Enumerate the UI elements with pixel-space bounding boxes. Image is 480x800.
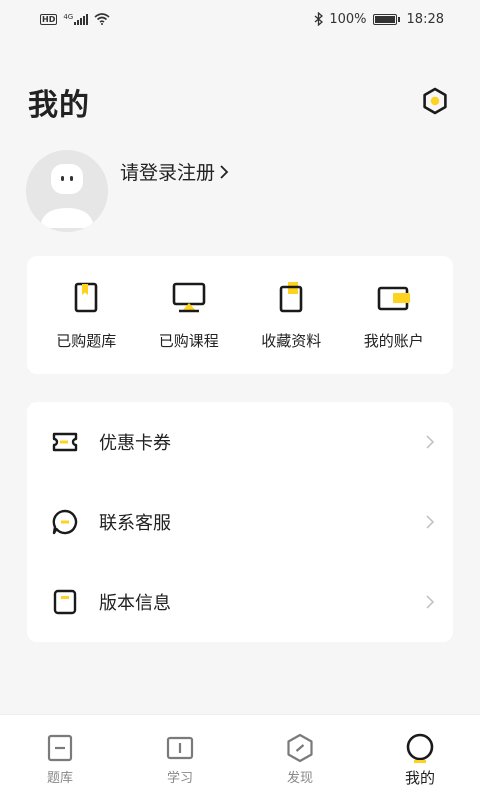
status-right: 100% 18:28 [314,12,444,27]
bluetooth-icon [314,12,324,26]
profile-page: HD 4G 100% 18:28 我的 请登录注册 已购题库 已购课程 收藏资料… [0,0,480,800]
tab-label: 题库 [46,771,73,786]
chat-icon [52,509,78,535]
battery-percent: 100% [329,11,367,27]
course-icon [172,282,206,313]
page-title: 我的 [28,88,90,123]
menu-card: 优惠卡券 联系客服 版本信息 [27,402,453,642]
login-text: 请登录注册 [120,162,216,184]
tab-question-bank[interactable]: 题库 [0,715,120,800]
quick-action-favorites[interactable]: 收藏资料 [243,280,339,351]
quick-actions-card: 已购题库 已购课程 收藏资料 我的账户 [27,256,453,374]
quick-action-label: 收藏资料 [261,332,322,350]
tab-label: 发现 [286,771,313,786]
question-bank-icon [74,282,98,313]
chevron-right-icon [426,515,435,529]
chevron-right-icon [220,164,229,179]
cell-signal-icon: 4G [63,12,89,25]
favorite-icon [279,282,303,313]
profile-tab-icon [406,733,434,763]
quick-action-account[interactable]: 我的账户 [346,280,442,351]
wifi-icon [94,13,110,25]
default-avatar-icon [26,150,108,232]
tab-label: 我的 [404,769,435,787]
tab-mine[interactable]: 我的 [360,715,480,800]
battery-icon [372,13,400,25]
clock: 18:28 [406,11,444,27]
study-tab-icon [166,736,194,760]
question-bank-tab-icon [47,734,73,762]
quick-action-courses[interactable]: 已购课程 [141,280,237,351]
quick-action-label: 已购课程 [158,332,219,350]
quick-action-label: 已购题库 [56,332,117,350]
avatar[interactable] [26,150,108,232]
menu-item-label: 优惠卡券 [99,433,171,454]
bottom-nav: 题库 学习 发现 我的 [0,714,480,800]
tab-study[interactable]: 学习 [120,715,240,800]
hd-badge: HD [40,13,58,25]
login-register-link[interactable]: 请登录注册 [120,158,229,185]
menu-item-label: 版本信息 [99,593,171,614]
wallet-icon [377,286,410,311]
signal-type: 4G [63,12,74,21]
menu-item-coupons[interactable]: 优惠卡券 [27,402,453,482]
status-bar: HD 4G 100% 18:28 [0,0,480,38]
chevron-right-icon [426,595,435,609]
gear-hexagon-icon [423,87,447,115]
settings-button[interactable] [420,86,450,116]
quick-action-label: 我的账户 [363,332,424,350]
chevron-right-icon [426,435,435,449]
tab-discover[interactable]: 发现 [240,715,360,800]
tab-label: 学习 [166,771,193,786]
menu-item-label: 联系客服 [99,513,171,534]
status-left: HD 4G [40,13,110,25]
info-icon [53,589,77,615]
coupon-icon [52,432,78,452]
menu-item-customer-service[interactable]: 联系客服 [27,482,453,562]
menu-item-version-info[interactable]: 版本信息 [27,562,453,642]
quick-action-question-bank[interactable]: 已购题库 [38,280,134,351]
discover-tab-icon [287,733,313,763]
